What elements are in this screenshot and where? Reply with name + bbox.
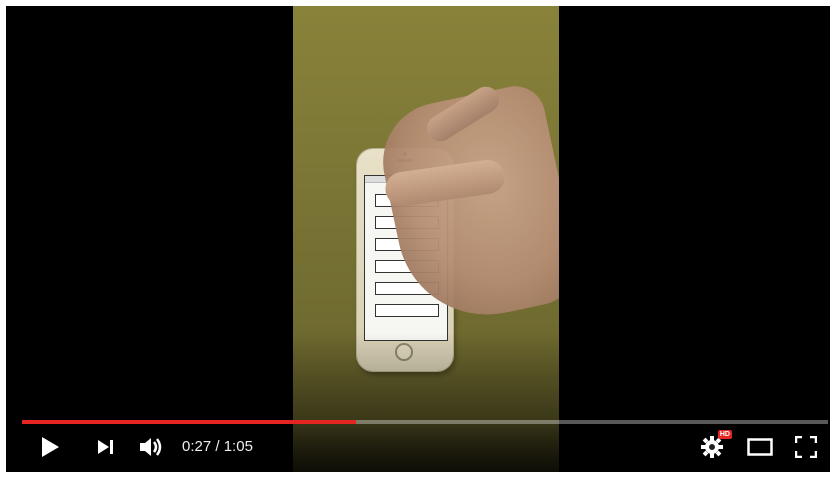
volume-button[interactable] [136,432,168,462]
current-time: 0:27 [182,438,212,455]
duration: 1:05 [223,438,253,455]
next-button[interactable] [90,432,122,462]
player-controls: 0:27 / 1:05 HD [6,420,830,472]
next-icon [98,440,113,454]
video-frame[interactable] [293,6,559,472]
phone-home-button [395,343,413,361]
theater-mode-icon [747,438,773,456]
time-display: 0:27 / 1:05 [182,438,253,455]
fullscreen-icon [795,436,817,458]
play-button[interactable] [34,432,66,462]
fullscreen-button[interactable] [790,432,822,462]
settings-gear-icon [701,436,723,458]
progress-bar[interactable] [22,420,828,424]
video-player[interactable]: 0:27 / 1:05 HD [6,6,830,472]
volume-icon [140,438,162,456]
play-icon [42,437,59,457]
hd-badge: HD [717,430,732,439]
theater-mode-button[interactable] [744,432,776,462]
settings-button[interactable]: HD [696,430,732,462]
phone-app-button [375,304,439,317]
progress-played [22,420,357,424]
time-separator: / [211,438,224,455]
